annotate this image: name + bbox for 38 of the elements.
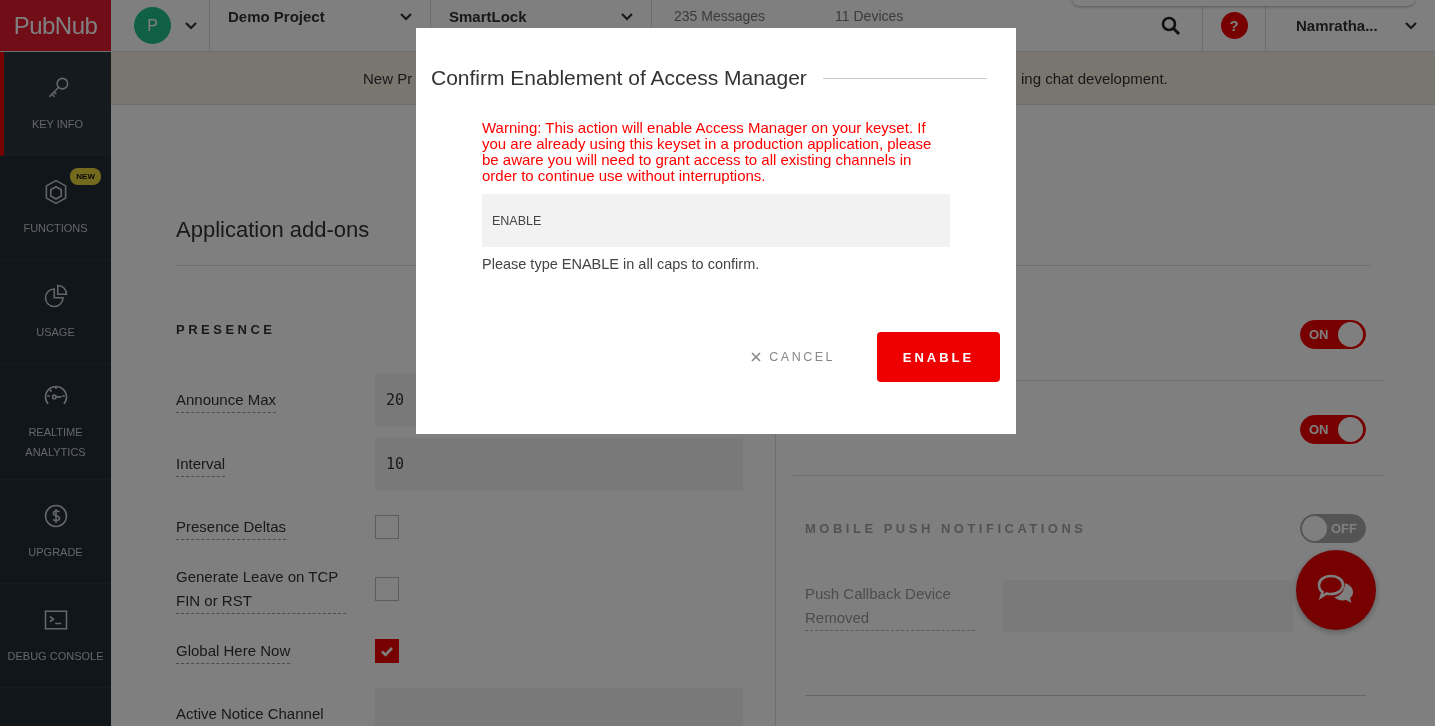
caret-icon bbox=[621, 13, 633, 21]
stat-label: 235 Messages bbox=[674, 8, 766, 24]
stat-label: 11 Devices bbox=[835, 8, 904, 24]
warning-text: Warning: This action will enable Access Manager on your keyset. If you are already using this keyset in a production application, please be aware you will need to grant access to all existing channels in order to continue use without interruptions. bbox=[482, 120, 933, 184]
search-icon[interactable] bbox=[1161, 15, 1181, 36]
confirm-input[interactable]: ENABLE bbox=[482, 194, 950, 247]
caret-icon[interactable] bbox=[185, 21, 197, 30]
setting-label: Announce Max bbox=[176, 388, 277, 413]
banner-text: ing chat development. bbox=[1021, 69, 1168, 87]
sidebar-item[interactable]: KEY INFO bbox=[0, 52, 111, 156]
sidebar-item[interactable]: DEBUG CONSOLE bbox=[0, 584, 111, 688]
chat-button[interactable] bbox=[1296, 550, 1376, 630]
help-button[interactable]: ? bbox=[1220, 12, 1248, 39]
checkbox[interactable] bbox=[375, 639, 399, 663]
section-heading: PRESENCE bbox=[176, 322, 277, 337]
checkbox[interactable] bbox=[375, 577, 399, 601]
setting-label: Presence Deltas bbox=[176, 514, 287, 540]
input-field[interactable]: 10 bbox=[375, 438, 743, 490]
toggle-switch[interactable]: ON bbox=[1300, 415, 1366, 444]
avatar[interactable]: P bbox=[134, 7, 171, 44]
toggle-switch[interactable]: ON bbox=[1300, 320, 1366, 349]
caret-icon bbox=[1405, 21, 1417, 30]
close-icon bbox=[751, 352, 762, 362]
setting-label: Interval bbox=[176, 452, 226, 477]
setting-label: Generate Leave on TCP FIN or RST bbox=[176, 564, 346, 614]
caret-icon bbox=[400, 13, 412, 21]
sidebar-item[interactable]: UPGRADE bbox=[0, 480, 111, 584]
new-badge: NEW bbox=[70, 168, 101, 185]
setting-label: Active Notice Channel bbox=[176, 702, 324, 726]
sidebar-item[interactable]: REALTIME ANALYTICS bbox=[0, 364, 111, 480]
cancel-button[interactable]: CANCEL bbox=[751, 350, 835, 364]
setting-label: Global Here Now bbox=[176, 638, 291, 664]
checkbox[interactable] bbox=[375, 515, 399, 539]
logo[interactable]: PubNub bbox=[0, 0, 111, 51]
enable-button[interactable]: ENABLE bbox=[877, 332, 1000, 382]
banner-text: New Pr bbox=[363, 69, 413, 87]
dialog-title: Confirm Enablement of Access Manager bbox=[431, 66, 807, 90]
sidebar-item[interactable]: USAGE bbox=[0, 260, 111, 364]
